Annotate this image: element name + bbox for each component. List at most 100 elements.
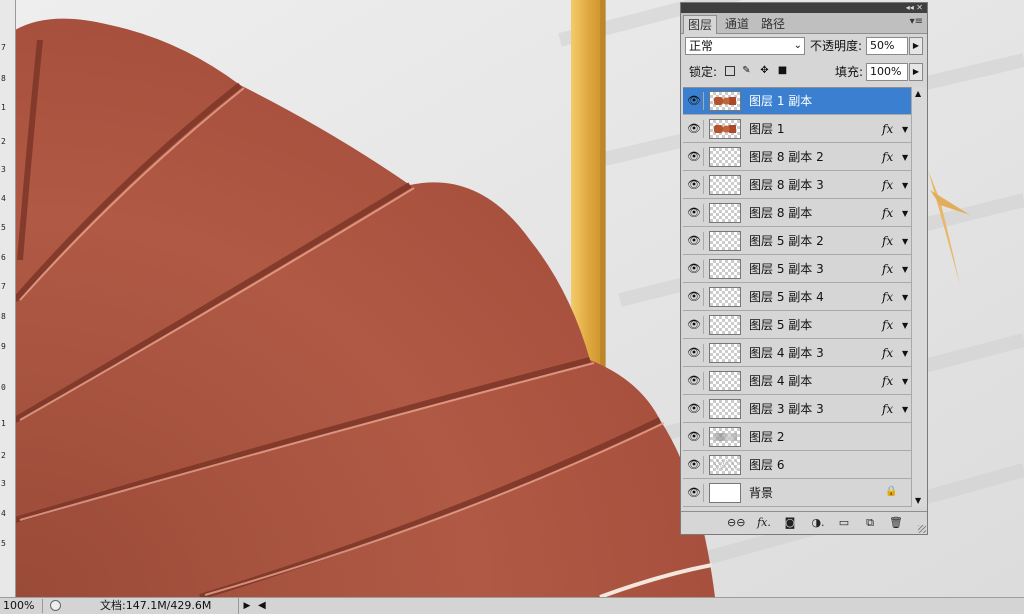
layer-thumbnail: [709, 427, 741, 447]
tab-layers[interactable]: 图层: [683, 15, 718, 34]
visibility-eye-icon[interactable]: 👁: [685, 92, 704, 110]
layer-row[interactable]: 👁 图层 8 副本 3 fx ▼: [683, 172, 911, 199]
layers-panel: ◂◂ ✕ 图层 通道 路径 ▾≡ 正常 ⌄ 不透明度: 50% ▶ 锁定: ✎ …: [680, 2, 928, 535]
fill-slider-arrow-icon[interactable]: ▶: [909, 63, 923, 81]
link-layers-icon[interactable]: ⊖⊖: [727, 515, 745, 531]
layer-thumbnail: [709, 91, 741, 111]
add-mask-icon[interactable]: ◙: [781, 515, 799, 531]
layer-effects-icon[interactable]: fx: [882, 312, 893, 339]
scroll-down-icon[interactable]: ▼: [915, 496, 921, 505]
effects-expand-icon[interactable]: ▼: [902, 312, 908, 339]
layer-row[interactable]: 👁 图层 4 副本 3 fx ▼: [683, 340, 911, 367]
layer-thumbnail: [709, 119, 741, 139]
effects-expand-icon[interactable]: ▼: [902, 116, 908, 143]
resize-grip-icon[interactable]: [918, 525, 926, 533]
layer-row[interactable]: 👁 图层 5 副本 4 fx ▼: [683, 284, 911, 311]
ruler-number: 1: [1, 103, 6, 112]
visibility-eye-icon[interactable]: 👁: [685, 484, 704, 502]
effects-expand-icon[interactable]: ▼: [902, 396, 908, 423]
effects-expand-icon[interactable]: ▼: [902, 228, 908, 255]
panel-collapse-close-icon[interactable]: ◂◂ ✕: [906, 3, 923, 13]
layer-row[interactable]: 👁 图层 5 副本 3 fx ▼: [683, 256, 911, 283]
lock-label: 锁定:: [689, 65, 718, 79]
effects-expand-icon[interactable]: ▼: [902, 144, 908, 171]
opacity-input[interactable]: 50%: [866, 37, 908, 55]
ruler-number: 8: [1, 312, 6, 321]
delete-layer-icon[interactable]: 🗑: [887, 515, 905, 531]
layer-row[interactable]: 👁 图层 2: [683, 424, 911, 451]
lock-image-pixels-icon[interactable]: ✎: [741, 65, 752, 76]
layer-effects-icon[interactable]: fx: [882, 200, 893, 227]
status-menu-arrow-icon[interactable]: ▶: [238, 598, 255, 614]
status-divider: [42, 599, 43, 613]
blend-opacity-row: 正常 ⌄ 不透明度: 50% ▶: [685, 37, 925, 57]
visibility-eye-icon[interactable]: 👁: [685, 344, 704, 362]
layer-row-background[interactable]: 👁 背景 🔒: [683, 480, 911, 507]
fill-input[interactable]: 100%: [866, 63, 908, 81]
opacity-slider-arrow-icon[interactable]: ▶: [909, 37, 923, 55]
tab-channels[interactable]: 通道: [721, 15, 753, 33]
layer-name: 图层 5 副本 3: [749, 262, 824, 276]
visibility-eye-icon[interactable]: 👁: [685, 400, 704, 418]
visibility-eye-icon[interactable]: 👁: [685, 232, 704, 250]
effects-expand-icon[interactable]: ▼: [902, 256, 908, 283]
visibility-eye-icon[interactable]: 👁: [685, 204, 704, 222]
lock-transparent-pixels-icon[interactable]: [725, 66, 735, 76]
layer-thumbnail: [709, 399, 741, 419]
visibility-eye-icon[interactable]: 👁: [685, 288, 704, 306]
visibility-eye-icon[interactable]: 👁: [685, 260, 704, 278]
effects-expand-icon[interactable]: ▼: [902, 200, 908, 227]
ruler-number: 4: [1, 509, 6, 518]
tab-paths[interactable]: 路径: [757, 15, 789, 33]
zoom-level[interactable]: 100%: [3, 598, 34, 614]
blend-mode-select[interactable]: 正常 ⌄: [685, 37, 805, 55]
layer-name: 图层 5 副本: [749, 318, 813, 332]
layer-effects-icon[interactable]: fx: [882, 284, 893, 311]
layer-lock-icon: 🔒: [885, 486, 898, 497]
layer-thumbnail: [709, 455, 741, 475]
layer-row[interactable]: 👁 图层 3 副本 3 fx ▼: [683, 396, 911, 423]
layer-effects-icon[interactable]: fx: [882, 172, 893, 199]
new-group-icon[interactable]: ▭: [835, 515, 853, 531]
layer-row[interactable]: 👁 图层 4 副本 fx ▼: [683, 368, 911, 395]
layer-row[interactable]: 👁 图层 6: [683, 452, 911, 479]
panel-menu-icon[interactable]: ▾≡: [910, 16, 923, 27]
layer-effects-icon[interactable]: fx: [882, 116, 893, 143]
effects-expand-icon[interactable]: ▼: [902, 340, 908, 367]
layer-effects-icon[interactable]: fx: [882, 368, 893, 395]
visibility-eye-icon[interactable]: 👁: [685, 372, 704, 390]
timing-icon[interactable]: [50, 600, 61, 611]
visibility-eye-icon[interactable]: 👁: [685, 428, 704, 446]
visibility-eye-icon[interactable]: 👁: [685, 176, 704, 194]
layers-scrollbar[interactable]: ▲ ▼: [911, 87, 927, 507]
adjustment-layer-icon[interactable]: ◑.: [809, 515, 827, 531]
layer-row[interactable]: 👁 图层 8 副本 2 fx ▼: [683, 144, 911, 171]
visibility-eye-icon[interactable]: 👁: [685, 456, 704, 474]
visibility-eye-icon[interactable]: 👁: [685, 148, 704, 166]
visibility-eye-icon[interactable]: 👁: [685, 120, 704, 138]
layer-name: 图层 8 副本: [749, 206, 813, 220]
lock-position-icon[interactable]: ✥: [759, 65, 770, 76]
layer-row[interactable]: 👁 图层 1 副本: [683, 88, 911, 115]
layer-row[interactable]: 👁 图层 8 副本 fx ▼: [683, 200, 911, 227]
effects-expand-icon[interactable]: ▼: [902, 172, 908, 199]
new-layer-icon[interactable]: ⧉: [861, 515, 879, 531]
add-layer-style-icon[interactable]: fx.: [755, 515, 773, 531]
visibility-eye-icon[interactable]: 👁: [685, 316, 704, 334]
layer-row[interactable]: 👁 图层 5 副本 fx ▼: [683, 312, 911, 339]
layer-effects-icon[interactable]: fx: [882, 228, 893, 255]
layer-effects-icon[interactable]: fx: [882, 144, 893, 171]
scroll-left-icon[interactable]: ◀: [258, 598, 266, 614]
lock-all-icon[interactable]: ■: [777, 65, 788, 76]
effects-expand-icon[interactable]: ▼: [902, 284, 908, 311]
layer-effects-icon[interactable]: fx: [882, 340, 893, 367]
layer-effects-icon[interactable]: fx: [882, 256, 893, 283]
layer-row[interactable]: 👁 图层 5 副本 2 fx ▼: [683, 228, 911, 255]
layer-row[interactable]: 👁 图层 1 fx ▼: [683, 116, 911, 143]
scroll-up-icon[interactable]: ▲: [915, 89, 921, 98]
layer-effects-icon[interactable]: fx: [882, 396, 893, 423]
ruler-number: 0: [1, 383, 6, 392]
effects-expand-icon[interactable]: ▼: [902, 368, 908, 395]
panel-titlebar[interactable]: ◂◂ ✕: [681, 3, 927, 13]
ruler-number: 7: [1, 282, 6, 291]
